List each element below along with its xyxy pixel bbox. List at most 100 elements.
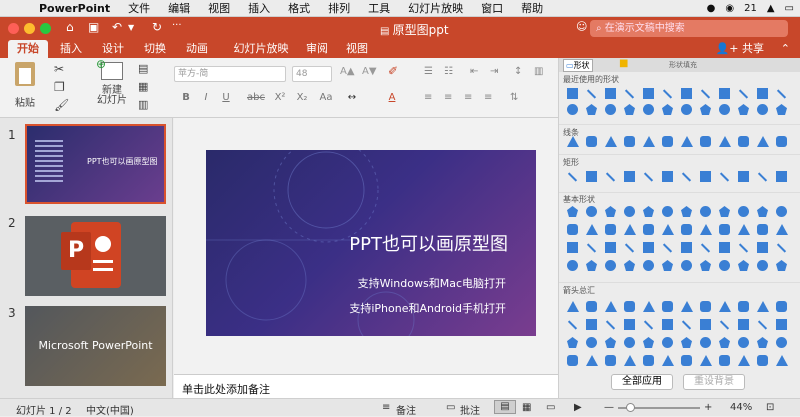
shape-option[interactable]: [776, 206, 787, 217]
shape-option[interactable]: [567, 301, 579, 312]
shape-option[interactable]: [738, 337, 749, 348]
menu-view[interactable]: 视图: [199, 0, 239, 16]
shape-option[interactable]: [776, 224, 788, 235]
bold-icon[interactable]: B: [178, 92, 194, 103]
shape-option[interactable]: [738, 89, 749, 99]
home-icon[interactable]: ⌂: [66, 20, 74, 34]
shape-option[interactable]: [624, 136, 635, 147]
slide-title[interactable]: PPT也可以画原型图: [349, 230, 508, 256]
language-indicator[interactable]: 中文(中国): [86, 402, 134, 417]
tab-shapes[interactable]: ▭形状: [563, 59, 593, 72]
redo-icon[interactable]: ↻: [152, 20, 162, 34]
tab-transitions[interactable]: 切换: [138, 40, 172, 58]
shape-option[interactable]: [757, 136, 769, 147]
shape-option[interactable]: [719, 337, 730, 348]
notes-icon[interactable]: ≡: [382, 402, 390, 413]
shape-option[interactable]: [757, 301, 769, 312]
thumbnail-slide-3[interactable]: Microsoft PowerPoint: [25, 306, 166, 386]
sorter-view-icon[interactable]: ▦: [522, 402, 531, 413]
menu-app-name[interactable]: PowerPoint: [30, 2, 119, 15]
menu-tools[interactable]: 工具: [359, 0, 399, 16]
shape-option[interactable]: [605, 337, 616, 348]
shape-option[interactable]: [586, 89, 597, 99]
shape-option[interactable]: [662, 136, 673, 147]
shape-option[interactable]: [586, 171, 597, 182]
shape-option[interactable]: [738, 104, 749, 115]
shape-option[interactable]: [605, 320, 616, 330]
shape-option[interactable]: [700, 301, 711, 312]
menu-slideshow[interactable]: 幻灯片放映: [399, 0, 472, 16]
shape-option[interactable]: [719, 242, 730, 253]
reset-icon[interactable]: ▦: [138, 80, 148, 93]
shape-option[interactable]: [700, 206, 711, 217]
normal-view-icon[interactable]: ▤: [494, 400, 516, 414]
tab-home[interactable]: 开始: [8, 40, 48, 58]
shape-option[interactable]: [643, 355, 654, 366]
shape-option[interactable]: [643, 301, 655, 312]
shape-option[interactable]: [757, 320, 768, 330]
shape-option[interactable]: [681, 260, 692, 271]
shape-option[interactable]: [605, 260, 616, 271]
shape-option[interactable]: [757, 104, 768, 115]
menu-file[interactable]: 文件: [119, 0, 159, 16]
italic-icon[interactable]: I: [198, 92, 214, 103]
shape-option[interactable]: [757, 260, 768, 271]
new-slide-button[interactable]: ⊕ 新建 幻灯片: [92, 57, 132, 106]
shape-option[interactable]: [624, 319, 635, 330]
shape-option[interactable]: [586, 260, 597, 271]
shape-option[interactable]: [605, 88, 616, 99]
shape-option[interactable]: [624, 337, 635, 348]
shape-option[interactable]: [776, 260, 787, 271]
shape-option[interactable]: [681, 172, 692, 182]
shape-option[interactable]: [567, 206, 578, 217]
shape-option[interactable]: [586, 206, 597, 217]
shape-option[interactable]: [681, 242, 692, 253]
reset-background-button[interactable]: 重设背景: [683, 374, 745, 390]
shape-option[interactable]: [681, 337, 692, 348]
layout-icon[interactable]: ▤: [138, 62, 148, 75]
paste-button[interactable]: 粘贴: [8, 62, 42, 109]
shape-option[interactable]: [738, 171, 749, 182]
notes-button[interactable]: 备注: [396, 402, 416, 417]
shape-option[interactable]: [700, 224, 712, 235]
shape-option[interactable]: [662, 89, 673, 99]
zoom-out-icon[interactable]: —: [604, 402, 614, 413]
shape-option[interactable]: [567, 337, 578, 348]
shape-option[interactable]: [738, 260, 749, 271]
font-color-icon[interactable]: A: [384, 92, 400, 103]
shape-option[interactable]: [586, 136, 597, 147]
shape-option[interactable]: [567, 242, 578, 253]
subscript-icon[interactable]: X₂: [294, 92, 310, 103]
shape-option[interactable]: [776, 355, 788, 366]
shape-option[interactable]: [643, 320, 654, 330]
shape-option[interactable]: [681, 224, 692, 235]
shape-option[interactable]: [776, 301, 787, 312]
shape-option[interactable]: [662, 337, 673, 348]
thumbnail-slide-1[interactable]: PPT也可以画原型图: [25, 124, 166, 204]
tab-animations[interactable]: 动画: [180, 40, 214, 58]
notes-pane[interactable]: 单击此处添加备注: [174, 374, 558, 398]
tab-design[interactable]: 设计: [96, 40, 130, 58]
menu-insert[interactable]: 插入: [239, 0, 279, 16]
shape-option[interactable]: [643, 104, 654, 115]
align-right-icon[interactable]: ≡: [464, 92, 472, 103]
section-icon[interactable]: ▥: [138, 98, 148, 111]
shape-option[interactable]: [586, 243, 597, 253]
bullets-icon[interactable]: ☰: [424, 66, 433, 77]
shape-option[interactable]: [662, 355, 674, 366]
wechat-icon[interactable]: ◉: [725, 3, 734, 14]
shape-option[interactable]: [567, 88, 578, 99]
zoom-slider-thumb[interactable]: [626, 403, 635, 412]
shape-option[interactable]: [757, 172, 768, 182]
more-icon[interactable]: ···: [172, 20, 182, 31]
smiley-icon[interactable]: ☺: [576, 20, 587, 33]
shape-option[interactable]: [643, 206, 654, 217]
shape-option[interactable]: [567, 320, 578, 330]
shape-option[interactable]: [567, 104, 578, 115]
collapse-ribbon-icon[interactable]: ⌃: [781, 40, 790, 58]
align-left-icon[interactable]: ≡: [424, 92, 432, 103]
shape-option[interactable]: [700, 355, 712, 366]
shape-option[interactable]: [776, 104, 787, 115]
tab-view[interactable]: 视图: [340, 40, 374, 58]
slide-subtitle-1[interactable]: 支持Windows和Mac电脑打开: [358, 275, 506, 291]
